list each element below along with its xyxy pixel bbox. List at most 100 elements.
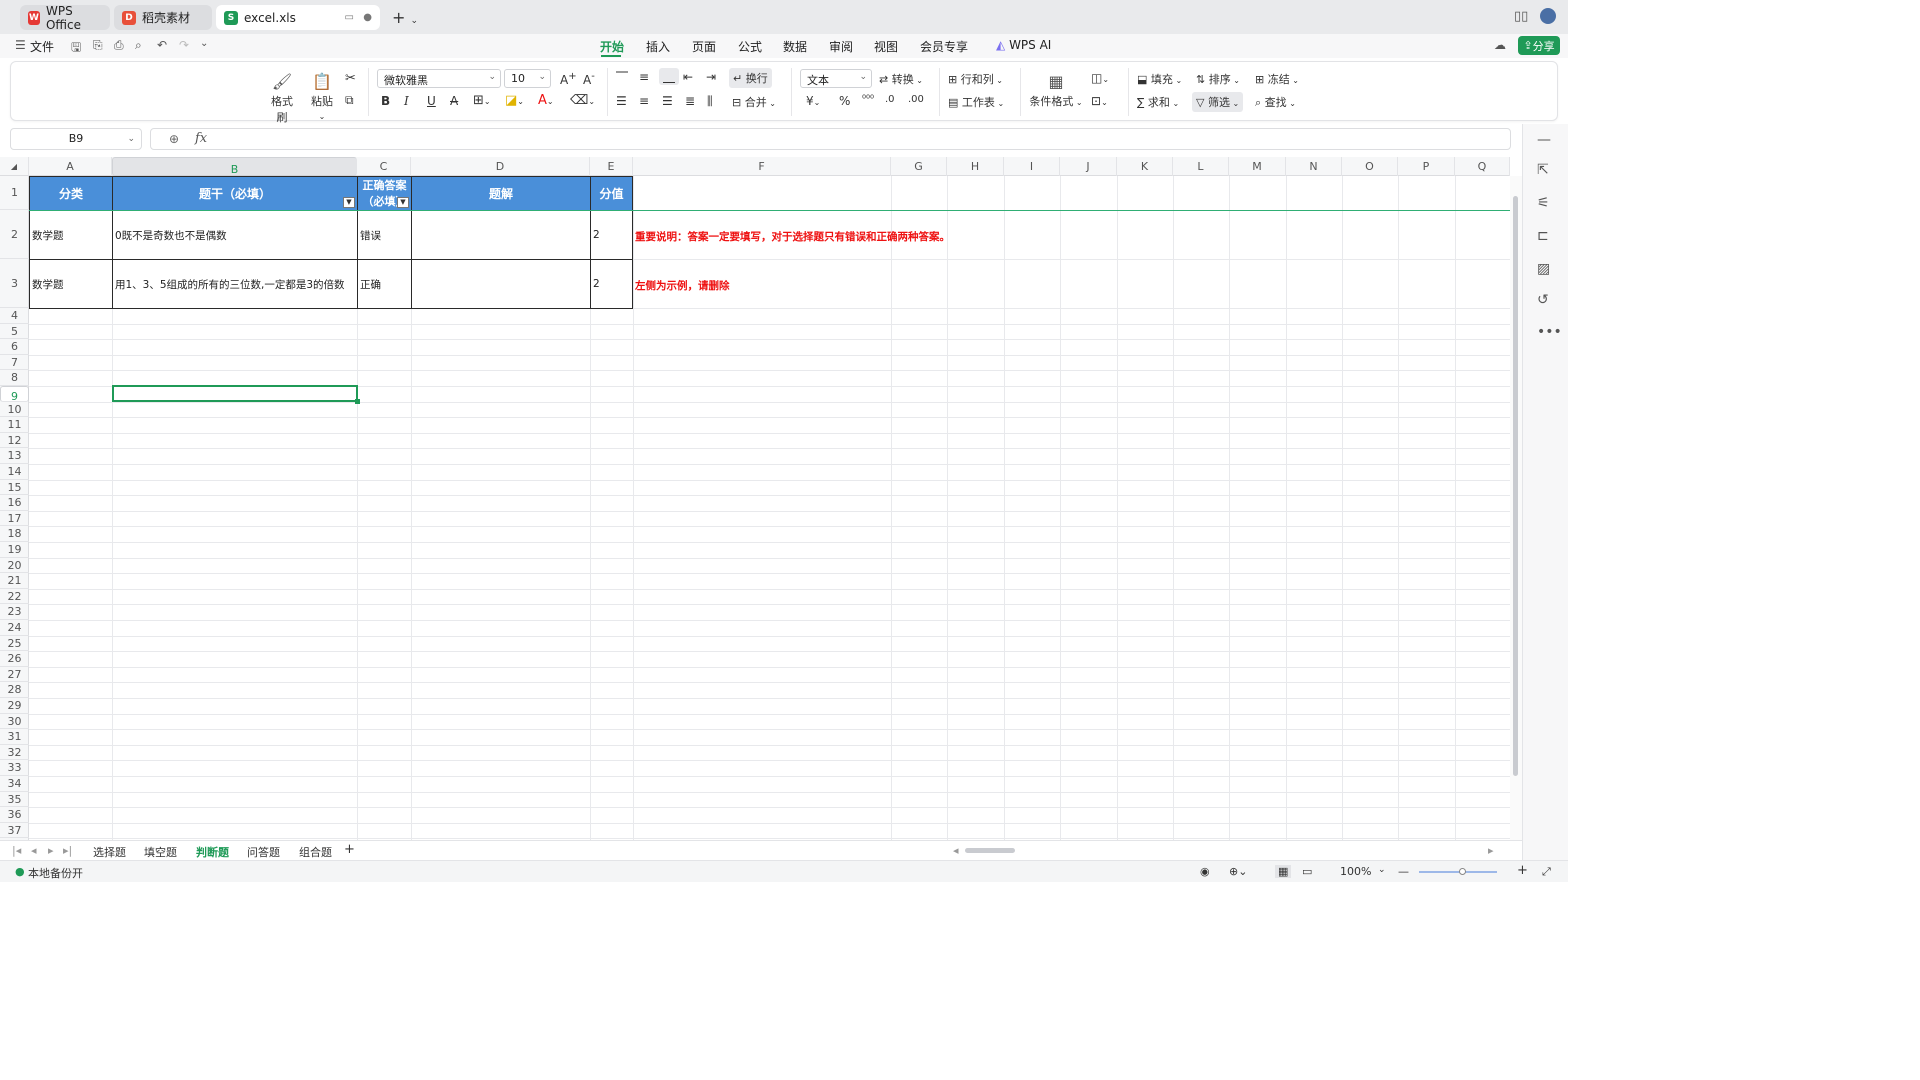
row-header-30[interactable]: 30 [0,714,29,730]
align-left-icon[interactable]: ☰ [616,94,627,108]
fill-handle[interactable] [355,399,360,404]
next-sheet-icon[interactable]: ▸ [48,844,54,857]
hamburger-icon[interactable]: ☰ [15,38,26,52]
align-top-icon[interactable]: ⎺ [616,70,628,85]
first-sheet-icon[interactable]: |◂ [12,844,21,857]
cell-C3[interactable]: 正确 [357,259,412,309]
window-icon[interactable]: ▭ [345,12,354,23]
row-header-10[interactable]: 10 [0,402,29,418]
name-box[interactable]: B9 ⌄ [10,128,142,150]
row-header-25[interactable]: 25 [0,636,29,652]
convert-button[interactable]: ⇄ 转换 ⌄ [879,71,923,87]
sheet-tab-qa[interactable]: 问答题 [247,844,280,860]
number-format-select[interactable]: 文本 ⌄ [800,69,872,88]
border-icon[interactable]: ⊞⌄ [473,93,491,108]
cut-icon[interactable]: ✂ [345,71,356,86]
fill-button[interactable]: ⬓ 填充 ⌄ [1137,71,1182,87]
table-style-icon[interactable]: ⊡⌄ [1091,94,1108,108]
increase-decimal-icon[interactable]: .0 [885,94,895,105]
last-sheet-icon[interactable]: ▸| [63,844,72,857]
tab-formula[interactable]: 公式 [738,38,762,55]
find-button[interactable]: ⌕ 查找 ⌄ [1255,94,1296,110]
image-icon[interactable]: ▨ [1537,261,1550,277]
tab-data[interactable]: 数据 [783,38,807,55]
cell-D2[interactable] [411,210,591,260]
row-header-13[interactable]: 13 [0,448,29,464]
header-category[interactable]: 分类 [29,176,113,211]
tab-review[interactable]: 审阅 [829,38,853,55]
print-icon[interactable]: ⎙ [114,38,124,53]
zoom-icon[interactable]: ⊕ [169,132,179,146]
merge-button[interactable]: ⊟ 合并 ⌄ [732,94,776,110]
italic-icon[interactable]: I [404,94,409,108]
column-header-M[interactable]: M [1229,157,1286,176]
row-header-12[interactable]: 12 [0,433,29,449]
decrease-decimal-icon[interactable]: .00 [908,94,924,105]
sheet-tab-true-false[interactable]: 判断题 [196,844,229,860]
unsaved-dot-icon[interactable]: ● [363,12,372,23]
zoom-slider[interactable] [1419,871,1497,873]
align-middle-icon[interactable]: ≡ [639,70,649,84]
column-header-N[interactable]: N [1286,157,1342,176]
row-header-16[interactable]: 16 [0,495,29,511]
cell-style-icon[interactable]: ◫⌄ [1091,71,1109,85]
copy-icon[interactable]: ⧉ [345,93,354,108]
zoom-level[interactable]: 100% [1340,865,1371,878]
row-header-32[interactable]: 32 [0,745,29,761]
row-header-3[interactable]: 3 [0,259,29,308]
filter-dropdown-icon[interactable]: ▼ [343,197,355,208]
row-header-33[interactable]: 33 [0,760,29,776]
selected-cell-B9[interactable] [112,385,358,402]
zoom-in-icon[interactable]: + [1517,863,1528,878]
row-header-26[interactable]: 26 [0,651,29,667]
row-header-11[interactable]: 11 [0,417,29,433]
column-header-O[interactable]: O [1342,157,1398,176]
tab-home[interactable]: 开始 [600,38,624,55]
more-icon[interactable]: ••• [1537,324,1562,340]
share-button[interactable]: ⇪ 分享 [1518,36,1560,55]
row-header-4[interactable]: 4 [0,308,29,324]
page-view-icon[interactable]: ▭ [1302,865,1312,878]
row-header-14[interactable]: 14 [0,464,29,480]
cell-B2[interactable]: 0既不是奇数也不是偶数 [112,210,358,260]
chevron-down-icon[interactable]: ⌄ [200,38,208,49]
sum-button[interactable]: ∑ 求和 ⌄ [1137,94,1179,110]
wrap-text-button[interactable]: ↵ 换行 [729,68,772,88]
collapse-icon[interactable]: — [1537,132,1551,148]
select-all-corner[interactable]: ◢ [0,157,29,176]
row-header-27[interactable]: 27 [0,667,29,683]
undo-icon[interactable]: ↶ [157,38,167,52]
font-size-select[interactable]: 10 ⌄ [504,69,551,88]
scroll-left-icon[interactable]: ◂ [953,844,959,857]
row-header-19[interactable]: 19 [0,542,29,558]
underline-icon[interactable]: U [427,94,436,108]
indent-increase-icon[interactable]: ⇥ [706,70,716,84]
column-header-H[interactable]: H [947,157,1004,176]
note-important[interactable]: 重要说明：答案一定要填写，对于选择题只有错误和正确两种答案。 [635,229,950,244]
sort-button[interactable]: ⇅ 排序 ⌄ [1196,71,1240,87]
row-header-2[interactable]: 2 [0,210,29,259]
currency-icon[interactable]: ¥⌄ [806,94,820,108]
sheet-tab-fill-blank[interactable]: 填空题 [144,844,177,860]
column-header-C[interactable]: C [357,157,411,176]
rows-cols-button[interactable]: ⊞ 行和列 ⌄ [948,71,1003,87]
new-tab-button[interactable]: + ⌄ [392,8,418,27]
chevron-down-icon[interactable]: ⌄ [1378,865,1386,875]
row-header-6[interactable]: 6 [0,339,29,355]
zoom-out-icon[interactable]: — [1398,865,1409,878]
row-header-23[interactable]: 23 [0,604,29,620]
row-header-7[interactable]: 7 [0,355,29,371]
row-header-18[interactable]: 18 [0,526,29,542]
share-link-icon[interactable]: ⎘ [93,38,103,53]
formula-input[interactable]: ⊕ fx [150,128,1511,150]
strikethrough-icon[interactable]: A [450,94,458,108]
row-header-15[interactable]: 15 [0,480,29,496]
column-header-Q[interactable]: Q [1455,157,1510,176]
layout-icon[interactable]: ▯▯ [1514,9,1528,24]
save-icon[interactable]: 🖫 [71,38,81,59]
row-header-28[interactable]: 28 [0,682,29,698]
tab-docer[interactable]: D 稻壳素材 [114,5,212,30]
conditional-format-button[interactable]: ▦ 条件格式 ⌄ [1029,72,1083,109]
tab-excel[interactable]: S excel.xls ▭ ● [216,5,380,30]
tab-wps-office[interactable]: W WPS Office [20,4,110,32]
